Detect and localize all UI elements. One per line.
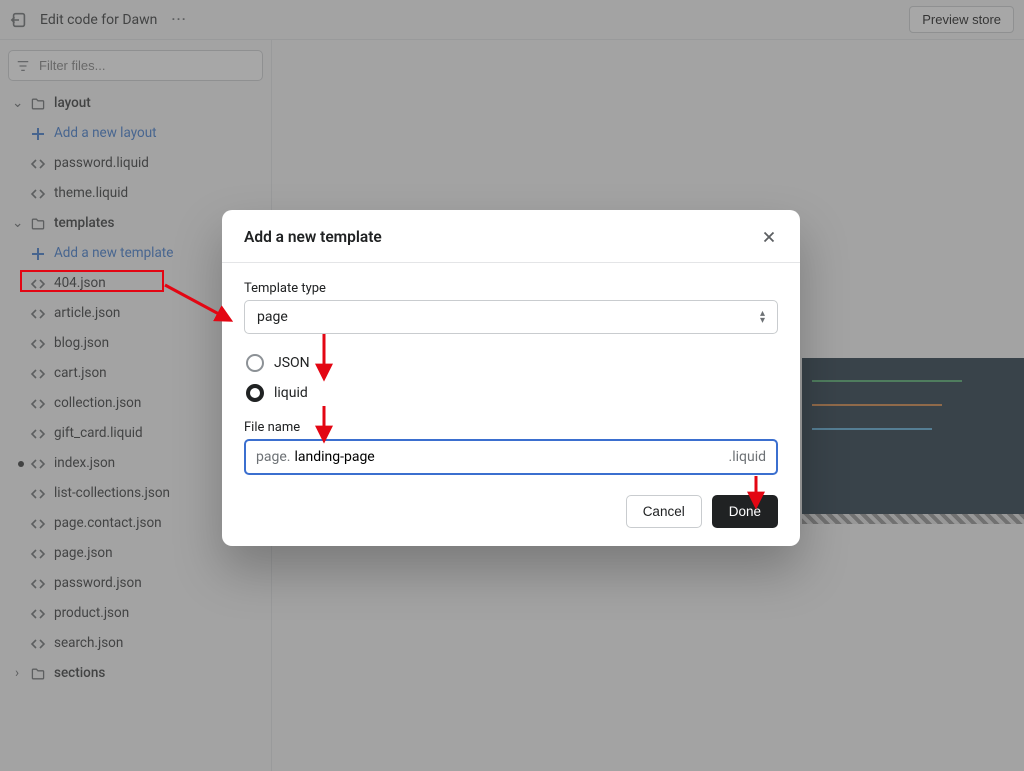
close-icon[interactable]	[760, 228, 778, 246]
template-type-label: Template type	[244, 281, 778, 296]
file-label: product.json	[54, 607, 129, 621]
code-file-icon	[30, 456, 46, 472]
folder-icon	[30, 216, 46, 232]
file-label: search.json	[54, 637, 123, 651]
preview-store-button[interactable]: Preview store	[909, 6, 1014, 33]
file-label: cart.json	[54, 367, 107, 381]
code-file-icon	[30, 186, 46, 202]
radio-label: liquid	[274, 385, 308, 401]
code-file-icon	[30, 336, 46, 352]
radio-icon	[246, 354, 264, 372]
file-item[interactable]: password.liquid	[24, 149, 265, 179]
file-item[interactable]: password.json	[24, 569, 265, 599]
radio-json[interactable]: JSON	[244, 348, 778, 378]
folder-label: templates	[54, 217, 114, 231]
code-file-icon	[30, 636, 46, 652]
code-file-icon	[30, 546, 46, 562]
file-label: page.contact.json	[54, 517, 162, 531]
plus-icon	[30, 126, 46, 142]
modified-dot-icon	[18, 461, 24, 467]
folder-sections[interactable]: › sections	[6, 659, 265, 689]
folder-layout[interactable]: ⌄ layout	[6, 89, 265, 119]
file-label: password.liquid	[54, 157, 149, 171]
code-editor-preview	[802, 358, 1024, 518]
chevron-down-icon: ⌄	[12, 217, 22, 231]
file-label: theme.liquid	[54, 187, 128, 201]
code-file-icon	[30, 426, 46, 442]
file-label: index.json	[54, 457, 115, 471]
radio-liquid[interactable]: liquid	[244, 378, 778, 408]
select-stepper-icon: ▴▾	[760, 310, 765, 324]
file-label: article.json	[54, 307, 120, 321]
add-new-layout[interactable]: Add a new layout	[24, 119, 265, 149]
folder-icon	[30, 666, 46, 682]
code-file-icon	[30, 276, 46, 292]
code-file-icon	[30, 156, 46, 172]
file-label: collection.json	[54, 397, 141, 411]
page-title: Edit code for Dawn	[40, 12, 157, 28]
code-file-icon	[30, 606, 46, 622]
filename-suffix: .liquid	[729, 449, 766, 465]
filename-label: File name	[244, 420, 778, 435]
template-type-value: page	[257, 309, 760, 325]
file-label: gift_card.liquid	[54, 427, 143, 441]
exit-icon[interactable]	[10, 11, 28, 29]
add-new-label: Add a new layout	[54, 127, 157, 141]
plus-icon	[30, 246, 46, 262]
filter-files-input[interactable]	[8, 50, 263, 81]
done-button[interactable]: Done	[712, 495, 778, 528]
modal-title: Add a new template	[244, 228, 382, 246]
file-label: page.json	[54, 547, 113, 561]
filter-icon	[16, 59, 30, 73]
chevron-right-icon: ›	[12, 667, 22, 681]
folder-icon	[30, 96, 46, 112]
file-label: blog.json	[54, 337, 109, 351]
code-file-icon	[30, 306, 46, 322]
chevron-down-icon: ⌄	[12, 97, 22, 111]
folder-label: layout	[54, 97, 91, 111]
radio-label: JSON	[274, 355, 310, 371]
add-template-modal: Add a new template Template type page ▴▾…	[222, 210, 800, 546]
code-file-icon	[30, 576, 46, 592]
file-label: list-collections.json	[54, 487, 170, 501]
filename-prefix: page.	[256, 449, 290, 465]
more-icon[interactable]: ···	[171, 12, 186, 28]
topbar: Edit code for Dawn ··· Preview store	[0, 0, 1024, 40]
cancel-button[interactable]: Cancel	[626, 495, 702, 528]
code-file-icon	[30, 396, 46, 412]
code-file-icon	[30, 486, 46, 502]
file-item[interactable]: product.json	[24, 599, 265, 629]
file-item[interactable]: theme.liquid	[24, 179, 265, 209]
file-label: 404.json	[54, 277, 106, 291]
code-file-icon	[30, 516, 46, 532]
filename-input[interactable]	[294, 449, 728, 465]
add-new-label: Add a new template	[54, 247, 173, 261]
radio-icon	[246, 384, 264, 402]
code-file-icon	[30, 366, 46, 382]
file-item[interactable]: search.json	[24, 629, 265, 659]
file-label: password.json	[54, 577, 142, 591]
filename-input-wrap[interactable]: page. .liquid	[244, 439, 778, 475]
folder-label: sections	[54, 667, 105, 681]
template-type-select[interactable]: page ▴▾	[244, 300, 778, 334]
